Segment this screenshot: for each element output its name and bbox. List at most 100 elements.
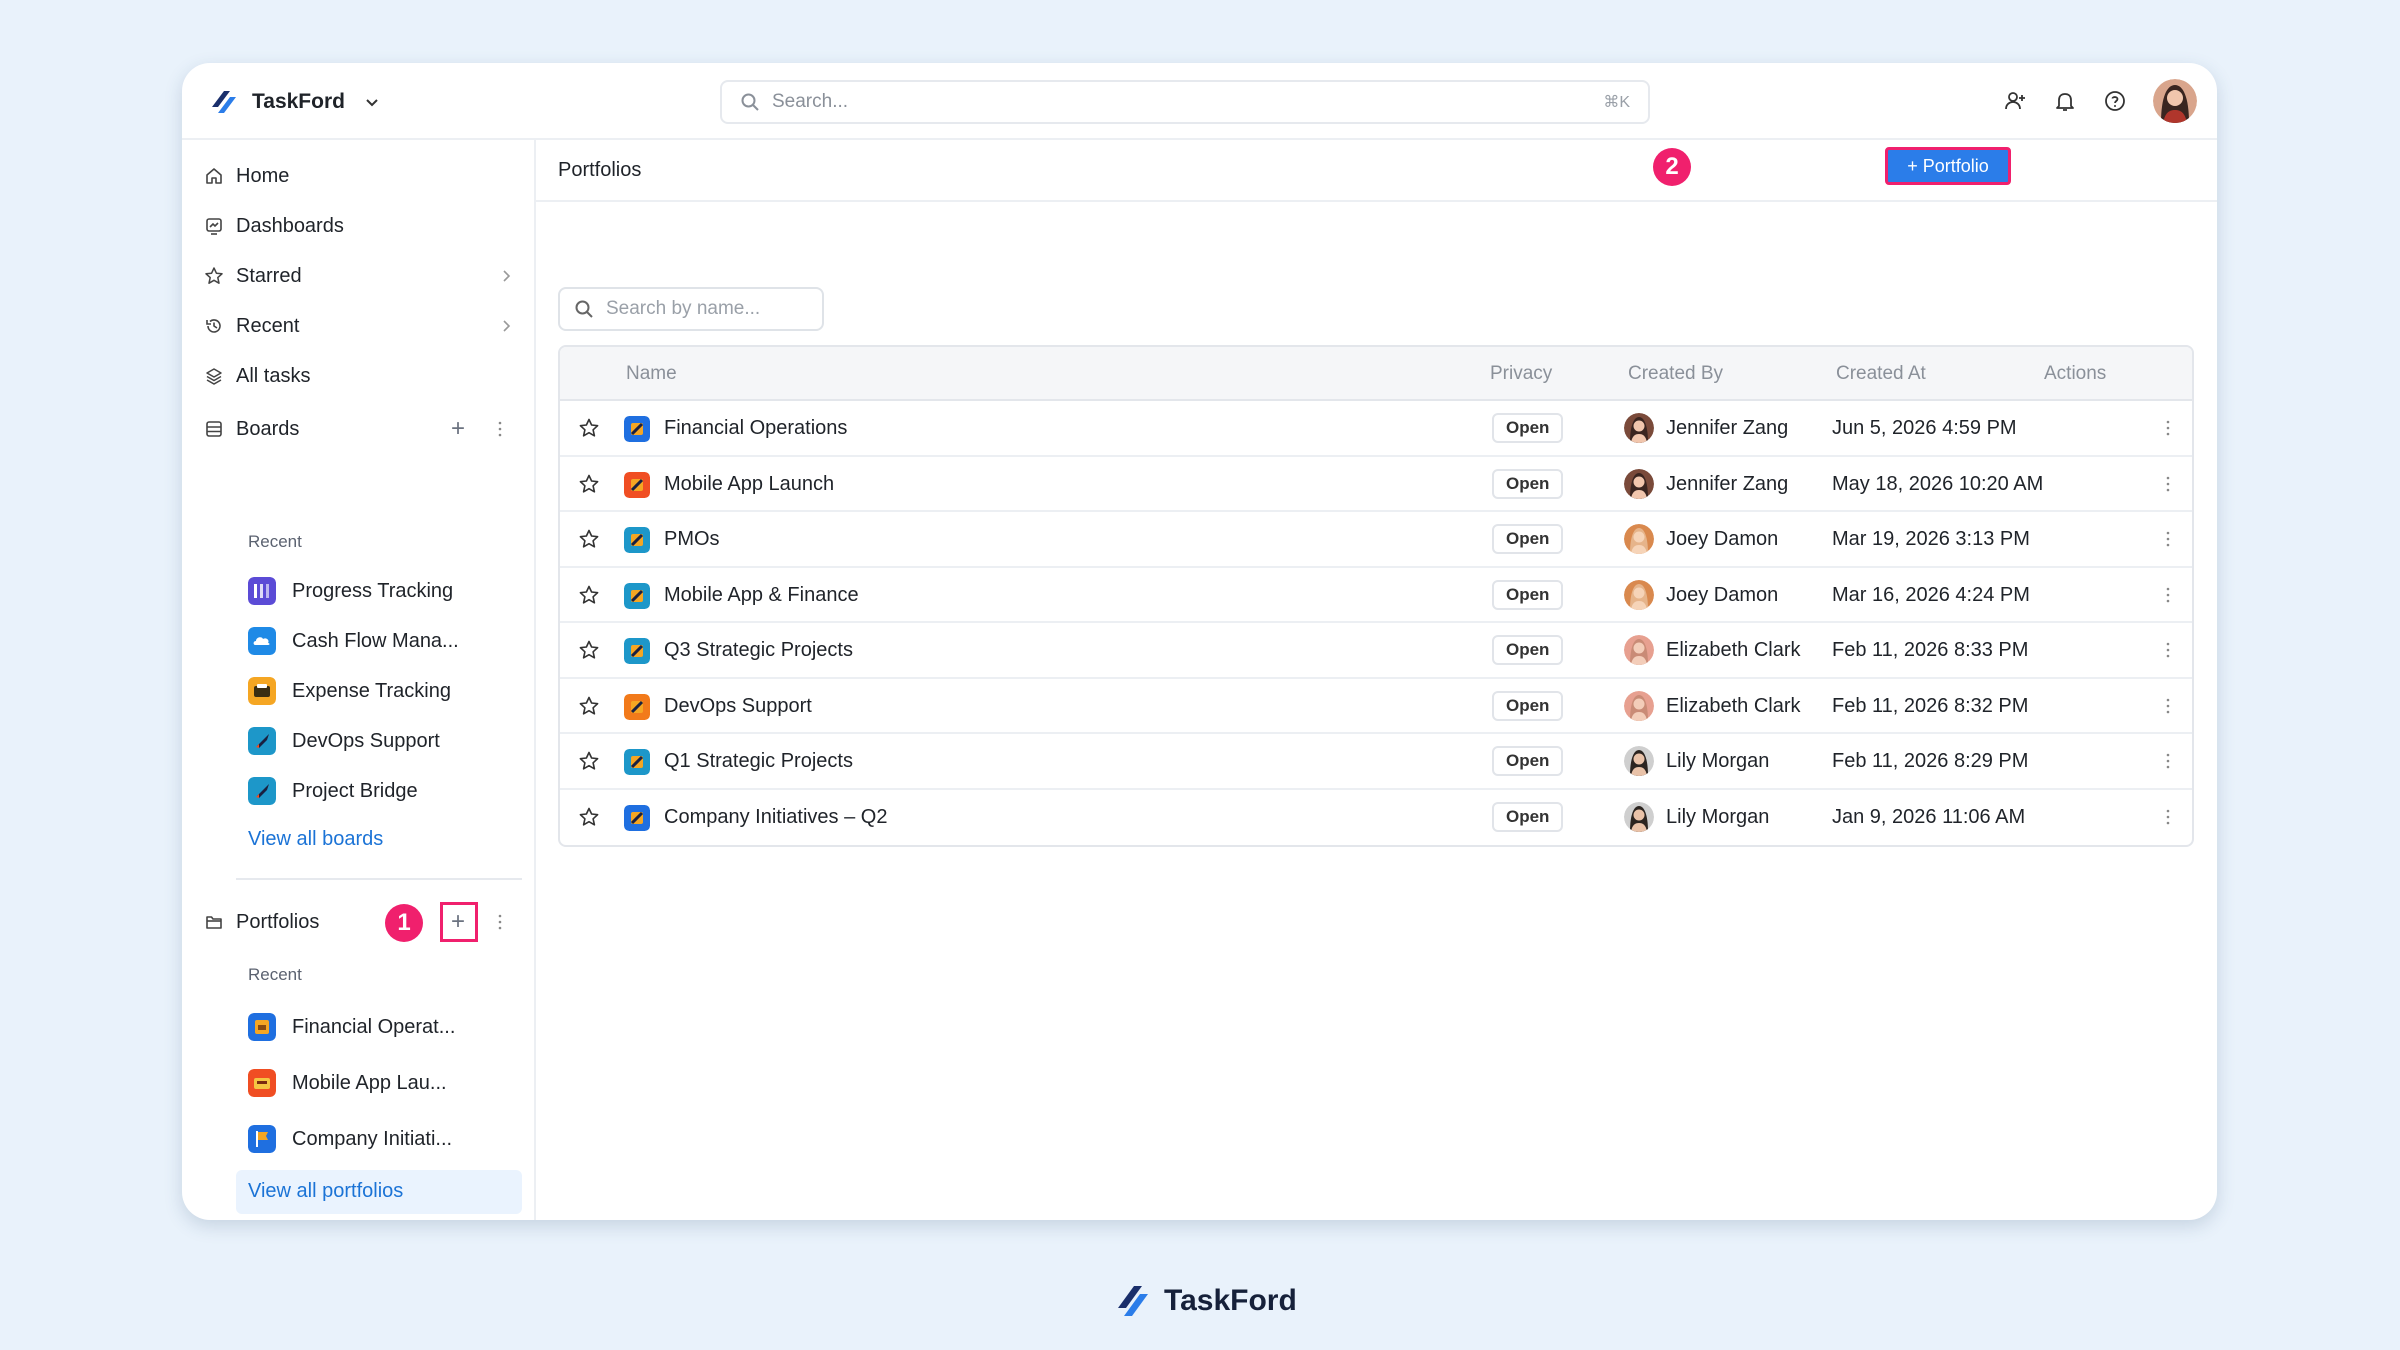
more-vertical-icon[interactable] [2164, 586, 2172, 604]
more-vertical-icon[interactable] [2164, 419, 2172, 437]
sidebar-item-label: Home [236, 164, 290, 187]
created-at: Mar 16, 2026 4:24 PM [1832, 583, 2030, 606]
portfolio-name[interactable]: Company Initiatives – Q2 [664, 806, 887, 829]
portfolio-name[interactable]: DevOps Support [664, 695, 812, 718]
star-icon[interactable] [578, 695, 600, 717]
star-icon[interactable] [578, 473, 600, 495]
board-item[interactable]: Expense Tracking [248, 671, 518, 711]
star-icon[interactable] [578, 584, 600, 606]
star-icon[interactable] [578, 528, 600, 550]
board-item-label: Expense Tracking [292, 679, 451, 702]
more-vertical-icon[interactable] [496, 420, 504, 438]
created-at: Feb 11, 2026 8:32 PM [1832, 694, 2029, 717]
step-marker-1: 1 [385, 904, 423, 942]
star-icon[interactable] [578, 806, 600, 828]
more-vertical-icon[interactable] [2164, 641, 2172, 659]
more-vertical-icon[interactable] [2164, 530, 2172, 548]
table-row[interactable]: DevOps Support Open Elizabeth Clark Feb … [560, 679, 2192, 734]
table-row[interactable]: Company Initiatives – Q2 Open Lily Morga… [560, 790, 2192, 846]
portfolio-name[interactable]: Mobile App Launch [664, 473, 834, 496]
board-item[interactable]: Cash Flow Mana... [248, 621, 518, 661]
portfolio-item-label: Mobile App Lau... [292, 1071, 447, 1094]
sidebar-item-all-tasks[interactable]: All tasks [204, 356, 514, 396]
view-all-portfolios-link[interactable]: View all portfolios [248, 1180, 403, 1203]
add-portfolio-sidebar-button[interactable]: + [448, 910, 468, 934]
portfolio-icon [624, 416, 650, 442]
add-board-button[interactable]: + [448, 417, 468, 441]
sidebar-item-dashboards[interactable]: Dashboards [204, 206, 514, 246]
portfolio-name[interactable]: Q3 Strategic Projects [664, 639, 853, 662]
portfolio-item[interactable]: Mobile App Lau... [248, 1063, 518, 1103]
star-icon[interactable] [578, 750, 600, 772]
column-header-actions: Actions [2044, 363, 2107, 384]
portfolio-name[interactable]: Mobile App & Finance [664, 584, 859, 607]
more-vertical-icon[interactable] [2164, 475, 2172, 493]
chevron-right-icon [503, 270, 511, 282]
created-at: Jun 5, 2026 4:59 PM [1832, 417, 2017, 439]
star-icon[interactable] [578, 417, 600, 439]
portfolio-name[interactable]: PMOs [664, 528, 720, 551]
search-placeholder: Search by name... [606, 298, 761, 319]
table-row[interactable]: Mobile App & Finance Open Joey Damon Mar… [560, 568, 2192, 623]
workspace-switcher[interactable]: TaskFord [208, 84, 381, 120]
board-item-label: Progress Tracking [292, 579, 454, 602]
more-vertical-icon[interactable] [2164, 808, 2172, 826]
more-vertical-icon[interactable] [2164, 752, 2172, 770]
table-row[interactable]: Q3 Strategic Projects Open Elizabeth Cla… [560, 623, 2192, 679]
sidebar-item-label: Recent [236, 314, 300, 337]
user-avatar[interactable] [2153, 79, 2197, 123]
board-item[interactable]: Progress Tracking [248, 571, 518, 611]
portfolio-search-input[interactable]: Search by name... [558, 287, 824, 331]
table-row[interactable]: Q1 Strategic Projects Open Lily Morgan F… [560, 734, 2192, 790]
sidebar-item-label: Starred [236, 264, 302, 287]
bell-icon[interactable] [2053, 89, 2077, 113]
privacy-badge: Open [1492, 413, 1564, 443]
global-search-input[interactable]: Search... ⌘K [720, 80, 1650, 124]
flag-icon [248, 1125, 276, 1153]
taskford-logo-icon [1118, 1286, 1148, 1316]
portfolio-name[interactable]: Q1 Strategic Projects [664, 750, 853, 773]
portfolio-icon [624, 527, 650, 553]
workspace-name: TaskFord [252, 90, 345, 113]
creator-avatar [1624, 413, 1654, 443]
portfolio-item[interactable]: Company Initiati... [248, 1119, 518, 1159]
star-icon[interactable] [578, 639, 600, 661]
sidebar-item-home[interactable]: Home [204, 156, 514, 196]
board-item[interactable]: DevOps Support [248, 721, 518, 761]
sidebar-item-starred[interactable]: Starred [204, 256, 514, 296]
created-at: Jan 9, 2026 11:06 AM [1832, 805, 2026, 828]
creator-name: Jennifer Zang [1666, 472, 1789, 495]
column-header-privacy[interactable]: Privacy [1490, 363, 1552, 385]
app-window: TaskFord Search... ⌘K Home Dashboards St… [182, 63, 2217, 1220]
sidebar-section-label: Portfolios [236, 910, 320, 933]
creator-avatar [1624, 468, 1654, 499]
board-item-label: DevOps Support [292, 729, 440, 752]
sidebar-item-recent[interactable]: Recent [204, 306, 514, 346]
portfolio-name[interactable]: Financial Operations [664, 417, 847, 440]
column-header-created-by[interactable]: Created By [1628, 363, 1723, 385]
table-row[interactable]: Mobile App Launch Open Jennifer Zang May… [560, 457, 2192, 512]
mobile-app-icon [248, 1069, 276, 1097]
view-all-boards-link[interactable]: View all boards [248, 828, 383, 851]
column-header-name[interactable]: Name [626, 363, 677, 385]
portfolio-item[interactable]: Financial Operat... [248, 1007, 518, 1047]
board-item[interactable]: Project Bridge [248, 771, 518, 811]
creator-name: Elizabeth Clark [1666, 639, 1801, 661]
more-vertical-icon[interactable] [2164, 697, 2172, 715]
dashboard-icon [206, 218, 222, 235]
add-portfolio-button[interactable]: + Portfolio [1885, 147, 2011, 185]
table-row[interactable]: PMOs Open Joey Damon Mar 19, 2026 3:13 P… [560, 512, 2192, 568]
help-icon[interactable] [2103, 89, 2127, 113]
invite-user-icon[interactable] [2003, 89, 2027, 113]
search-icon [741, 93, 759, 111]
table-row[interactable]: Financial Operations Open Jennifer Zang … [560, 401, 2192, 457]
more-vertical-icon[interactable] [496, 913, 504, 931]
taskford-logo-icon [212, 91, 236, 113]
boards-recent-label: Recent [248, 532, 302, 551]
chevron-down-icon [366, 99, 378, 107]
privacy-badge: Open [1492, 690, 1564, 721]
privacy-badge: Open [1492, 801, 1564, 832]
created-at: Feb 11, 2026 8:33 PM [1832, 639, 2029, 661]
column-header-created-at[interactable]: Created At [1836, 363, 1926, 385]
cloud-icon [248, 627, 276, 655]
